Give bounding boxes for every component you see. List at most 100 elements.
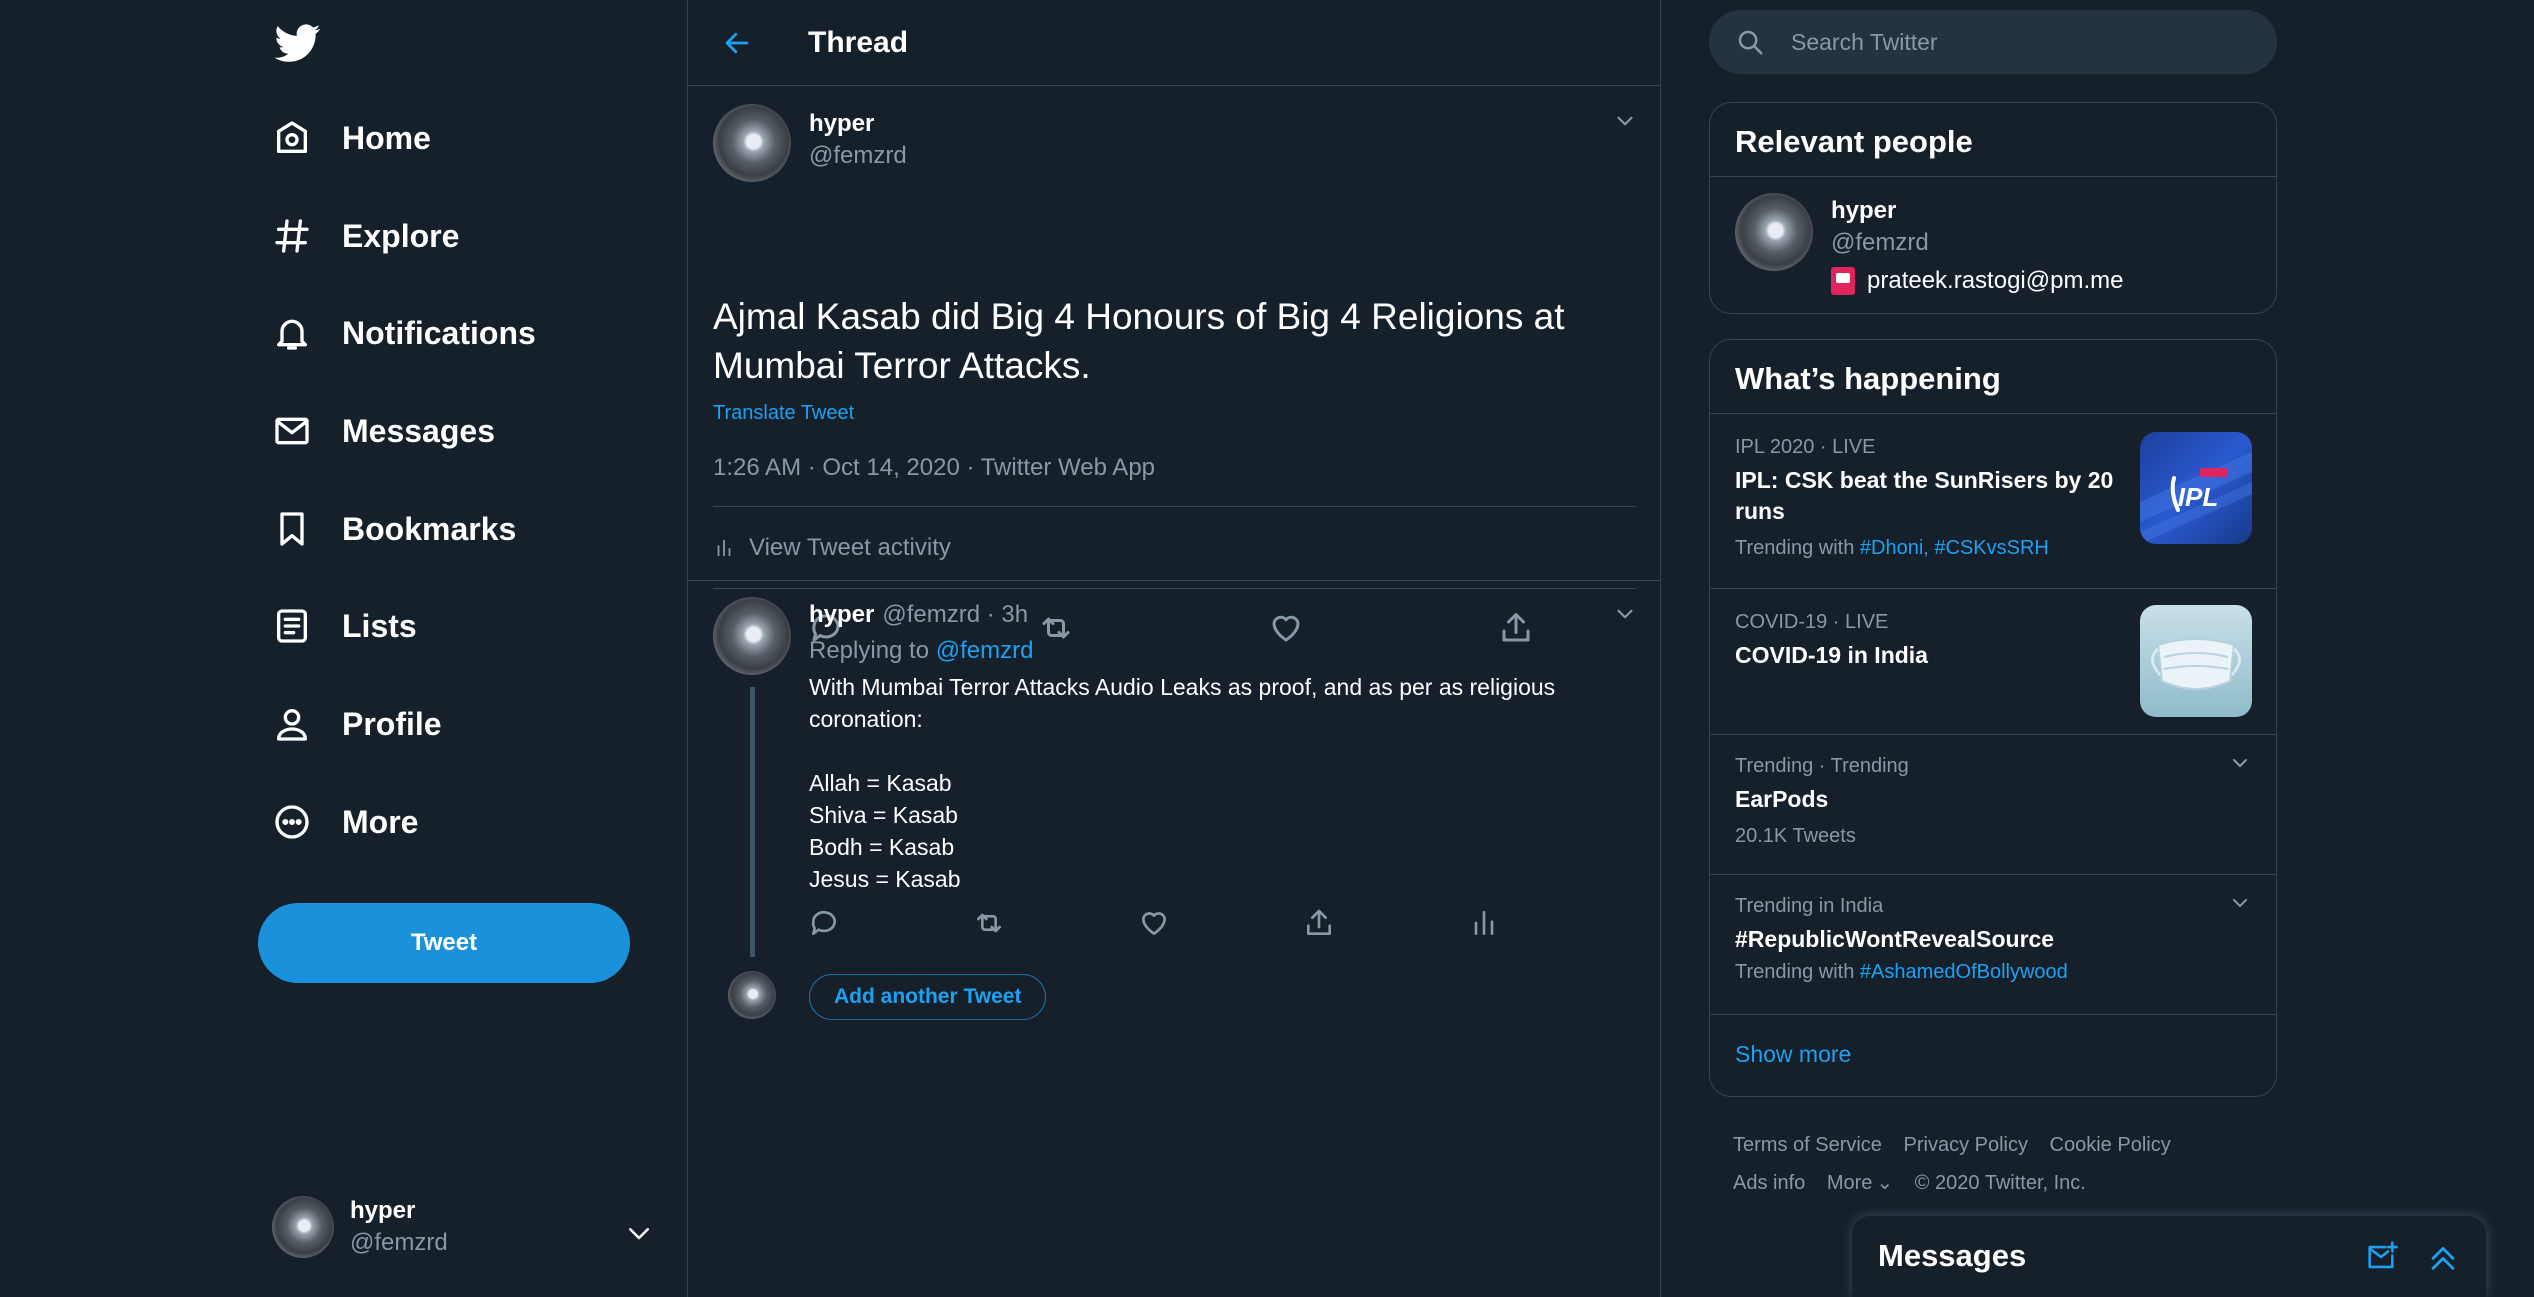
reply-header: hyper @femzrd · 3h bbox=[809, 601, 1028, 629]
footer-more-link[interactable]: More bbox=[1827, 1172, 1873, 1194]
trend-tweet-count: 20.1K Tweets bbox=[1735, 825, 1856, 847]
ipl-logo-text: IPL bbox=[2178, 482, 2218, 512]
face-mask-image bbox=[2140, 605, 2252, 717]
messages-dock[interactable]: Messages bbox=[1852, 1216, 2486, 1297]
trend-title: #RepublicWontRevealSource bbox=[1735, 926, 2055, 952]
like-heart-icon[interactable] bbox=[1138, 907, 1170, 939]
trend-sub-prefix: Trending with bbox=[1735, 537, 1855, 559]
show-more-link[interactable]: Show more bbox=[1710, 1015, 2276, 1093]
reply-handle-time: @femzrd · 3h bbox=[882, 601, 1029, 628]
trend-item[interactable]: Trending · Trending EarPods 20.1K Tweets bbox=[1710, 735, 2276, 875]
tweet-button[interactable]: Tweet bbox=[258, 903, 630, 983]
trend-context: Trending in India bbox=[1735, 895, 1884, 917]
cookie-link[interactable]: Cookie Policy bbox=[2050, 1134, 2171, 1156]
nav-home-label: Home bbox=[342, 119, 431, 156]
list-icon bbox=[277, 609, 307, 643]
left-sidebar: Home Explore Notifications Messages Book… bbox=[0, 0, 688, 1297]
trend-context: Trending · Trending bbox=[1735, 755, 1909, 777]
avatar bbox=[728, 971, 776, 1019]
avatar[interactable] bbox=[1735, 193, 1813, 271]
nav-messages-label: Messages bbox=[342, 412, 495, 449]
hashtag-icon bbox=[275, 219, 309, 253]
reply-text: With Mumbai Terror Attacks Audio Leaks a… bbox=[809, 671, 1609, 895]
account-name: hyper bbox=[350, 1197, 416, 1224]
tweet-text: Ajmal Kasab did Big 4 Honours of Big 4 R… bbox=[713, 296, 1565, 386]
nav-messages[interactable]: Messages bbox=[272, 399, 495, 463]
tweet-author-handle[interactable]: @femzrd bbox=[809, 142, 907, 170]
trend-hashtag-links[interactable]: #AshamedOfBollywood bbox=[1860, 961, 2068, 983]
trend-sub: Trending with #AshamedOfBollywood bbox=[1735, 961, 2251, 984]
privacy-link[interactable]: Privacy Policy bbox=[1904, 1134, 2028, 1156]
search-icon bbox=[1738, 30, 1763, 55]
reply-line: With Mumbai Terror Attacks Audio Leaks a… bbox=[809, 674, 1556, 732]
trend-item[interactable]: Trending in India #RepublicWontRevealSou… bbox=[1710, 875, 2276, 1015]
messages-dock-title: Messages bbox=[1878, 1238, 2027, 1273]
trend-title: IPL: CSK beat the SunRisers by 20 runs bbox=[1735, 467, 2114, 524]
relevant-people-card: Relevant people hyper @femzrd prateek.ra… bbox=[1709, 102, 2277, 314]
terms-link[interactable]: Terms of Service bbox=[1733, 1134, 1882, 1156]
reply-icon[interactable] bbox=[808, 907, 840, 939]
trend-hashtag-links[interactable]: #Dhoni, #CSKvsSRH bbox=[1860, 537, 2049, 559]
chevron-down-icon[interactable] bbox=[624, 1218, 654, 1248]
chevron-double-up-icon[interactable] bbox=[2426, 1240, 2460, 1274]
new-message-icon[interactable] bbox=[2364, 1240, 2398, 1274]
whats-happening-card: What’s happening IPL 2020 · LIVE IPL: CS… bbox=[1709, 339, 2277, 1097]
reply-line: Bodh = Kasab bbox=[809, 834, 955, 860]
replying-to-handle-link[interactable]: @femzrd bbox=[936, 637, 1034, 664]
trend-item[interactable]: COVID-19 · LIVE COVID-19 in India bbox=[1710, 589, 2276, 735]
trend-sub-prefix: Trending with bbox=[1735, 961, 1855, 983]
reply-line: Jesus = Kasab bbox=[809, 866, 961, 892]
account-switcher[interactable]: hyper @femzrd bbox=[272, 1196, 448, 1258]
thread-column: Thread hyper @femzrd Ajmal Kasab did Big… bbox=[688, 0, 1661, 1297]
person-handle[interactable]: @femzrd bbox=[1831, 229, 1929, 257]
avatar[interactable] bbox=[713, 597, 791, 675]
thread-connector-line bbox=[750, 687, 755, 957]
person-icon bbox=[277, 709, 307, 741]
share-icon[interactable] bbox=[1303, 907, 1335, 939]
main-tweet: hyper @femzrd Ajmal Kasab did Big 4 Hono… bbox=[688, 86, 1660, 642]
home-icon bbox=[277, 121, 307, 153]
page-title: Thread bbox=[808, 26, 909, 59]
nav-more[interactable]: More bbox=[272, 790, 418, 854]
thread-header: Thread bbox=[688, 0, 1660, 86]
search-input[interactable] bbox=[1791, 28, 2231, 56]
search-box[interactable] bbox=[1709, 10, 2277, 74]
envelope-icon bbox=[275, 417, 309, 445]
back-arrow-icon[interactable] bbox=[722, 28, 752, 58]
view-tweet-activity-label: View Tweet activity bbox=[749, 534, 951, 561]
nav-explore-label: Explore bbox=[342, 217, 460, 254]
reply-author-name[interactable]: hyper bbox=[809, 601, 874, 629]
reply-line bbox=[809, 735, 1609, 767]
nav-notifications[interactable]: Notifications bbox=[272, 301, 536, 365]
person-bio-text: prateek.rastogi@pm.me bbox=[1867, 267, 2124, 294]
retweet-icon[interactable] bbox=[973, 907, 1005, 939]
add-another-tweet-button[interactable]: Add another Tweet bbox=[809, 974, 1047, 1020]
nav-profile-label: Profile bbox=[342, 705, 442, 742]
whats-happening-title: What’s happening bbox=[1710, 340, 2276, 414]
replying-to-prefix: Replying to bbox=[809, 637, 930, 664]
view-tweet-activity[interactable]: View Tweet activity bbox=[713, 534, 951, 562]
person-name[interactable]: hyper bbox=[1831, 197, 1896, 225]
twitter-logo-icon[interactable] bbox=[272, 20, 324, 66]
chevron-down-icon[interactable]: ⌄ bbox=[1876, 1172, 1893, 1194]
nav-notifications-label: Notifications bbox=[342, 314, 536, 351]
bar-chart-icon[interactable] bbox=[1468, 907, 1500, 939]
nav-bookmarks[interactable]: Bookmarks bbox=[272, 497, 516, 561]
ads-info-link[interactable]: Ads info bbox=[1733, 1172, 1805, 1194]
translate-tweet-link[interactable]: Translate Tweet bbox=[713, 402, 854, 425]
nav-explore[interactable]: Explore bbox=[272, 204, 459, 268]
reply-line: Shiva = Kasab bbox=[809, 802, 958, 828]
chevron-down-icon[interactable] bbox=[2228, 751, 2252, 775]
chevron-down-icon[interactable] bbox=[1612, 601, 1638, 627]
chevron-down-icon[interactable] bbox=[2228, 891, 2252, 915]
tweet-author-name[interactable]: hyper bbox=[809, 110, 874, 138]
nav-home[interactable]: Home bbox=[272, 106, 431, 170]
nav-lists[interactable]: Lists bbox=[272, 594, 417, 658]
nav-profile[interactable]: Profile bbox=[272, 692, 442, 756]
tweet-meta: 1:26 AM · Oct 14, 2020 · Twitter Web App bbox=[713, 454, 1156, 481]
chevron-down-icon[interactable] bbox=[1612, 108, 1638, 134]
bell-icon bbox=[277, 319, 307, 350]
avatar[interactable] bbox=[713, 104, 791, 182]
trend-item[interactable]: IPL 2020 · LIVE IPL: CSK beat the SunRis… bbox=[1710, 414, 2276, 589]
copyright: © 2020 Twitter, Inc. bbox=[1914, 1172, 2086, 1194]
